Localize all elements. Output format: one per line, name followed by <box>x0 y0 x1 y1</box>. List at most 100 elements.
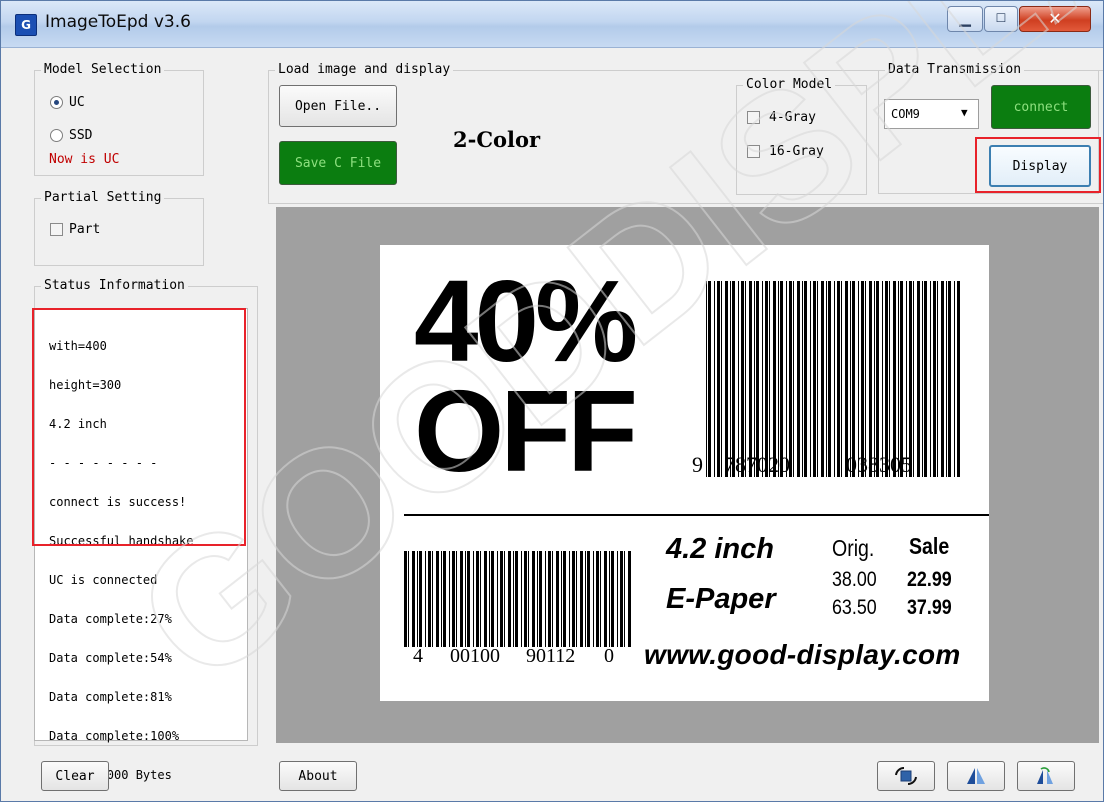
model-status-text: Now is UC <box>49 152 120 167</box>
barcode-bar <box>419 551 422 647</box>
barcode-bar <box>596 551 599 647</box>
barcode-top-digit-1: 9 <box>692 452 703 477</box>
barcode-bar <box>828 281 831 477</box>
barcode-bar <box>957 281 960 477</box>
barcode-bar <box>817 281 818 477</box>
rotate-button[interactable] <box>877 761 935 791</box>
status-highlight-box <box>32 308 246 546</box>
app-window: G ImageToEpd v3.6 ▁ ☐ ✕ Model Selection … <box>0 0 1104 802</box>
barcode-bar <box>708 281 711 477</box>
minimize-button[interactable]: ▁ <box>947 6 983 32</box>
barcode-bar <box>524 551 527 647</box>
barcode-bar <box>604 551 607 647</box>
barcode-bar <box>930 281 931 477</box>
mirror-button[interactable] <box>1017 761 1075 791</box>
radio-uc[interactable] <box>50 96 63 109</box>
barcode-bar <box>717 281 720 477</box>
partial-setting-legend: Partial Setting <box>41 190 165 205</box>
orig-header: Orig. <box>832 535 875 561</box>
barcode-bar <box>756 281 759 477</box>
website-text: www.good-display.com <box>644 639 961 670</box>
barcode-bar <box>500 551 503 647</box>
clear-button[interactable]: Clear <box>41 761 109 791</box>
com-port-select[interactable]: COM9 ▼ <box>884 99 979 129</box>
radio-uc-label: UC <box>69 95 85 110</box>
barcode-bar <box>611 551 614 647</box>
barcode-bar <box>417 551 418 647</box>
barcode-bar <box>428 551 431 647</box>
barcode-bar <box>725 281 728 477</box>
barcode-bar <box>769 281 770 477</box>
close-button[interactable]: ✕ <box>1019 6 1091 32</box>
size-text: 4.2 inch <box>666 533 774 565</box>
barcode-top-digits-2: 787020 <box>724 452 790 477</box>
barcode-bar <box>513 551 514 647</box>
gray16-checkbox[interactable] <box>747 145 760 158</box>
barcode-bar <box>810 281 811 477</box>
connect-button[interactable]: connect <box>991 85 1091 129</box>
barcode-bar <box>778 281 779 477</box>
barcode-bar <box>593 551 594 647</box>
barcode-bar <box>441 551 442 647</box>
barcode-bar <box>922 281 923 477</box>
barcode-bar <box>528 551 529 647</box>
sale-price-1: 22.99 <box>907 568 952 591</box>
barcode-bar <box>850 281 851 477</box>
barcode-bar <box>941 281 944 477</box>
barcode-bar <box>900 281 903 477</box>
sale-header: Sale <box>909 533 950 559</box>
display-highlight-box <box>975 137 1101 193</box>
open-file-button[interactable]: Open File.. <box>279 85 397 127</box>
barcode-bar <box>617 551 618 647</box>
barcode-bar <box>452 551 455 647</box>
maximize-button[interactable]: ☐ <box>984 6 1018 32</box>
barcode-bar <box>585 551 586 647</box>
save-c-file-button[interactable]: Save C File <box>279 141 397 185</box>
barcode-bar <box>745 281 746 477</box>
orig-price-2: 63.50 <box>832 596 877 619</box>
barcode-bottom-digits-2: 00100 <box>450 645 500 667</box>
barcode-bar <box>813 281 816 477</box>
barcode-bar <box>738 281 739 477</box>
barcode-bottom-digit-4: 0 <box>604 645 614 667</box>
barcode-bar <box>937 281 938 477</box>
barcode-bar <box>841 281 842 477</box>
barcode-bar <box>432 551 433 647</box>
status-information-legend: Status Information <box>41 278 188 293</box>
barcode-top <box>706 281 960 477</box>
barcode-bar <box>620 551 623 647</box>
flip-button[interactable] <box>947 761 1005 791</box>
barcode-bar <box>789 281 792 477</box>
barcode-bar <box>917 281 920 477</box>
off-text: OFF <box>414 366 638 496</box>
barcode-bar <box>852 281 855 477</box>
barcode-bar <box>837 281 840 477</box>
barcode-bar <box>548 551 551 647</box>
barcode-bar <box>449 551 450 647</box>
barcode-bar <box>467 551 470 647</box>
barcode-bar <box>826 281 827 477</box>
color-model-legend: Color Model <box>743 77 836 92</box>
barcode-bar <box>946 281 947 477</box>
barcode-bar <box>874 281 875 477</box>
barcode-bar <box>408 551 409 647</box>
radio-ssd[interactable] <box>50 129 63 142</box>
part-checkbox[interactable] <box>50 223 63 236</box>
barcode-bar <box>600 551 601 647</box>
about-button[interactable]: About <box>279 761 357 791</box>
status-line: UC is connected <box>49 573 158 587</box>
barcode-bar <box>749 281 752 477</box>
barcode-bar <box>906 281 907 477</box>
barcode-bar <box>861 281 864 477</box>
color-mode-label: 2-Color <box>453 127 541 152</box>
barcode-bar <box>624 551 625 647</box>
barcode-bar <box>576 551 577 647</box>
chevron-down-icon: ▼ <box>961 106 968 119</box>
epaper-preview-image: 40% OFF 9 787020 038305 4 00100 90112 0 … <box>380 245 989 701</box>
barcode-bar <box>834 281 835 477</box>
barcode-bar <box>412 551 415 647</box>
barcode-bar <box>556 551 559 647</box>
data-transmission-legend: Data Transmission <box>885 62 1025 77</box>
barcode-bar <box>869 281 872 477</box>
gray4-checkbox[interactable] <box>747 111 760 124</box>
